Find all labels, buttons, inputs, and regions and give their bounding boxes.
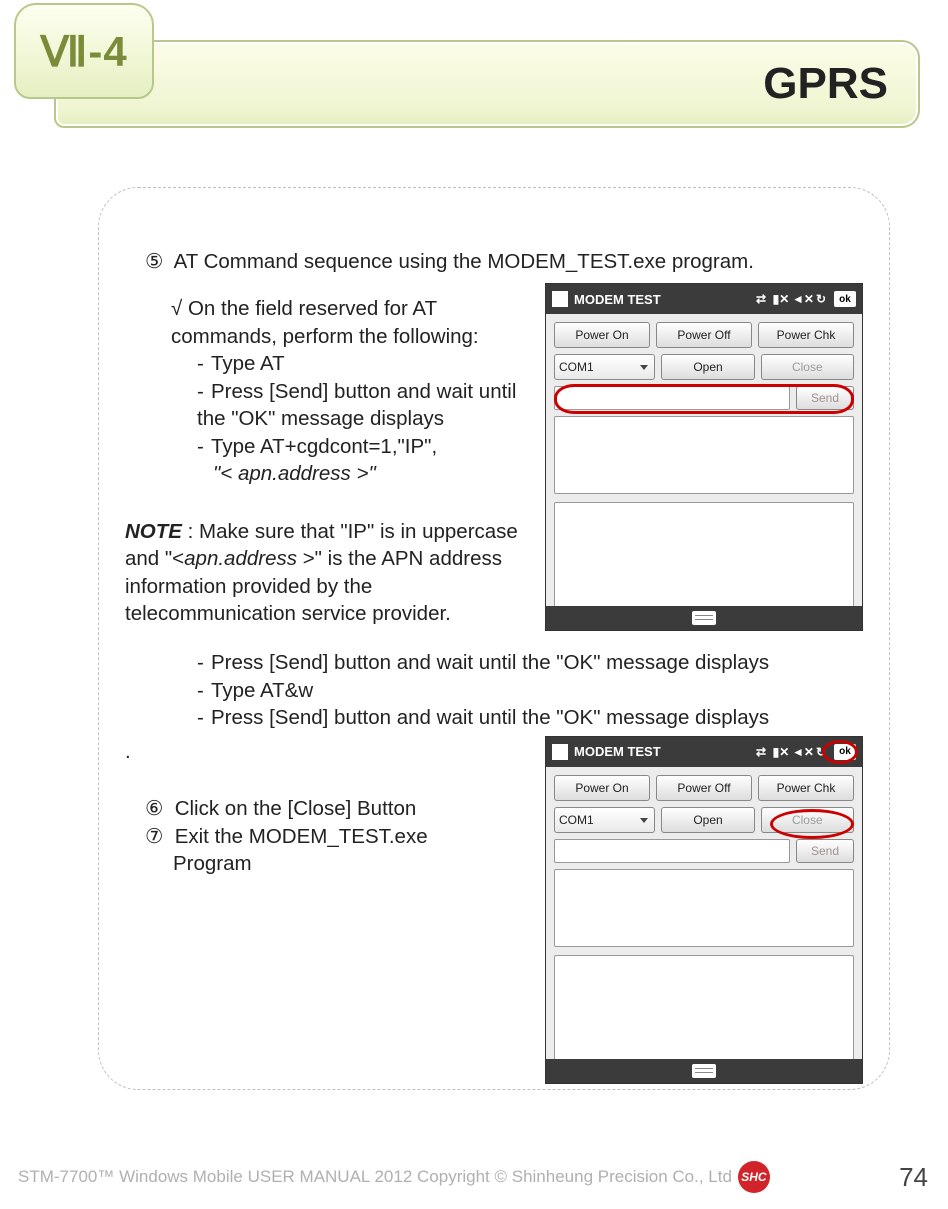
log-pane-1 <box>554 416 854 494</box>
sync-icon: ↻ <box>812 743 830 761</box>
close-button-2[interactable]: Close <box>761 807 854 833</box>
windows-flag-icon <box>552 744 568 760</box>
modem-body: Power On Power Off Power Chk COM1 Open C… <box>546 314 862 606</box>
step-7: ⑦ Exit the MODEM_TEST.exe <box>145 823 535 850</box>
check-mark-icon: √ <box>171 297 188 320</box>
step-6-text: Click on the [Close] Button <box>175 797 417 820</box>
step-5-item-1-text: Type AT <box>211 352 285 375</box>
step-7-text-line1: Exit the MODEM_TEST.exe <box>175 825 428 848</box>
note-apn: apn.address <box>184 547 297 570</box>
com-combo-value: COM1 <box>559 359 594 375</box>
send-button-2[interactable]: Send <box>796 839 854 863</box>
steps-6-7-row: . ⑥ Click on the [Close] Button ⑦ Exit t… <box>125 736 863 1084</box>
modem-taskbar <box>546 606 862 630</box>
step-5-item-2-text: Press [Send] button and wait until the "… <box>197 380 516 430</box>
power-on-button-2[interactable]: Power On <box>554 775 650 801</box>
speaker-icon: ◄✕ <box>792 743 810 761</box>
step-5-row: √ On the field reserved for AT commands,… <box>125 283 863 631</box>
log-pane-2b <box>554 955 854 1069</box>
power-chk-button[interactable]: Power Chk <box>758 322 854 348</box>
step-6-number: ⑥ <box>145 795 169 822</box>
step-5-item-4: "< apn.address >" <box>213 460 535 487</box>
section-tab: Ⅶ-4 <box>14 3 154 99</box>
step-5-item-3: -Type AT+cgdcont=1,"IP", <box>197 433 535 460</box>
title-bar: GPRS <box>54 40 920 128</box>
modem-screenshot-1: MODEM TEST ⇄ ▮✕ ◄✕ ↻ ok Power On Power O… <box>545 283 863 631</box>
log-pane-1b <box>554 869 854 947</box>
step-5-checkline-text: On the field reserved for AT commands, p… <box>171 297 479 347</box>
signal-icon: ⇄ <box>752 290 770 308</box>
open-button[interactable]: Open <box>661 354 754 380</box>
open-button-2[interactable]: Open <box>661 807 754 833</box>
content-box: ⑤ AT Command sequence using the MODEM_TE… <box>98 187 890 1090</box>
windows-flag-icon <box>552 291 568 307</box>
step-5-item-3-text: Type AT+cgdcont=1,"IP", <box>211 435 437 458</box>
step-7-number: ⑦ <box>145 823 169 850</box>
step-7-text-line2: Program <box>173 852 252 875</box>
step-5-after-1: -Press [Send] button and wait until the … <box>197 649 863 676</box>
modem-taskbar-2 <box>546 1059 862 1083</box>
step-5-after-2-text: Type AT&w <box>211 679 313 702</box>
modem-titlebar: MODEM TEST ⇄ ▮✕ ◄✕ ↻ ok <box>546 284 862 314</box>
com-combo-2[interactable]: COM1 <box>554 807 655 833</box>
step-5-item-4-text: "< apn.address >" <box>213 462 376 485</box>
ok-button[interactable]: ok <box>834 291 856 307</box>
step-5-after-2: -Type AT&w <box>197 677 863 704</box>
at-command-input[interactable] <box>554 386 790 410</box>
antenna-icon: ▮✕ <box>772 743 790 761</box>
step-5-checkline: √ On the field reserved for AT commands,… <box>171 295 535 350</box>
modem-title-text: MODEM TEST <box>574 291 661 308</box>
page-header: GPRS Ⅶ-4 <box>0 0 948 135</box>
close-button[interactable]: Close <box>761 354 854 380</box>
step-5-after-list: -Press [Send] button and wait until the … <box>125 649 863 731</box>
keyboard-icon[interactable] <box>692 1064 716 1078</box>
step-7-line2: Program <box>173 850 535 877</box>
steps-6-7-text: . ⑥ Click on the [Close] Button ⑦ Exit t… <box>125 736 535 878</box>
com-combo-value-2: COM1 <box>559 812 594 828</box>
footer-text: STM-7700™ Windows Mobile USER MANUAL 201… <box>18 1167 732 1187</box>
power-off-button[interactable]: Power Off <box>656 322 752 348</box>
shc-logo: SHC <box>738 1161 770 1193</box>
com-combo[interactable]: COM1 <box>554 354 655 380</box>
note-label: NOTE <box>125 520 182 543</box>
step-5-after-3-text: Press [Send] button and wait until the "… <box>211 706 769 729</box>
step-5-after-3: -Press [Send] button and wait until the … <box>197 704 863 731</box>
step-5-item-2: -Press [Send] button and wait until the … <box>197 378 535 433</box>
modem-titlebar-2: MODEM TEST ⇄ ▮✕ ◄✕ ↻ ok <box>546 737 862 767</box>
at-command-input-2[interactable] <box>554 839 790 863</box>
antenna-icon: ▮✕ <box>772 290 790 308</box>
step-5-text: AT Command sequence using the MODEM_TEST… <box>174 250 754 273</box>
step-5-after-1-text: Press [Send] button and wait until the "… <box>211 651 769 674</box>
step-5-details: √ On the field reserved for AT commands,… <box>125 283 535 627</box>
step-5-number: ⑤ <box>145 248 169 275</box>
speaker-icon: ◄✕ <box>792 290 810 308</box>
power-off-button-2[interactable]: Power Off <box>656 775 752 801</box>
step-6: ⑥ Click on the [Close] Button <box>145 795 535 822</box>
power-on-button[interactable]: Power On <box>554 322 650 348</box>
keyboard-icon[interactable] <box>692 611 716 625</box>
page-title: GPRS <box>763 59 888 109</box>
ok-button-2[interactable]: ok <box>834 744 856 760</box>
modem-screenshot-2: MODEM TEST ⇄ ▮✕ ◄✕ ↻ ok Power On Power O… <box>545 736 863 1084</box>
section-tab-label: Ⅶ-4 <box>40 27 127 76</box>
modem-title-text-2: MODEM TEST <box>574 743 661 760</box>
page-footer: STM-7700™ Windows Mobile USER MANUAL 201… <box>0 1157 948 1197</box>
stray-period: . <box>125 738 535 765</box>
sync-icon: ↻ <box>812 290 830 308</box>
modem-body-2: Power On Power Off Power Chk COM1 Open C… <box>546 767 862 1059</box>
signal-icon: ⇄ <box>752 743 770 761</box>
page-number: 74 <box>899 1162 928 1193</box>
step-5-heading: ⑤ AT Command sequence using the MODEM_TE… <box>145 248 863 275</box>
send-button[interactable]: Send <box>796 386 854 410</box>
log-pane-2 <box>554 502 854 616</box>
note-block: NOTE : Make sure that "IP" is in upperca… <box>125 518 535 628</box>
power-chk-button-2[interactable]: Power Chk <box>758 775 854 801</box>
step-5-item-1: -Type AT <box>197 350 535 377</box>
